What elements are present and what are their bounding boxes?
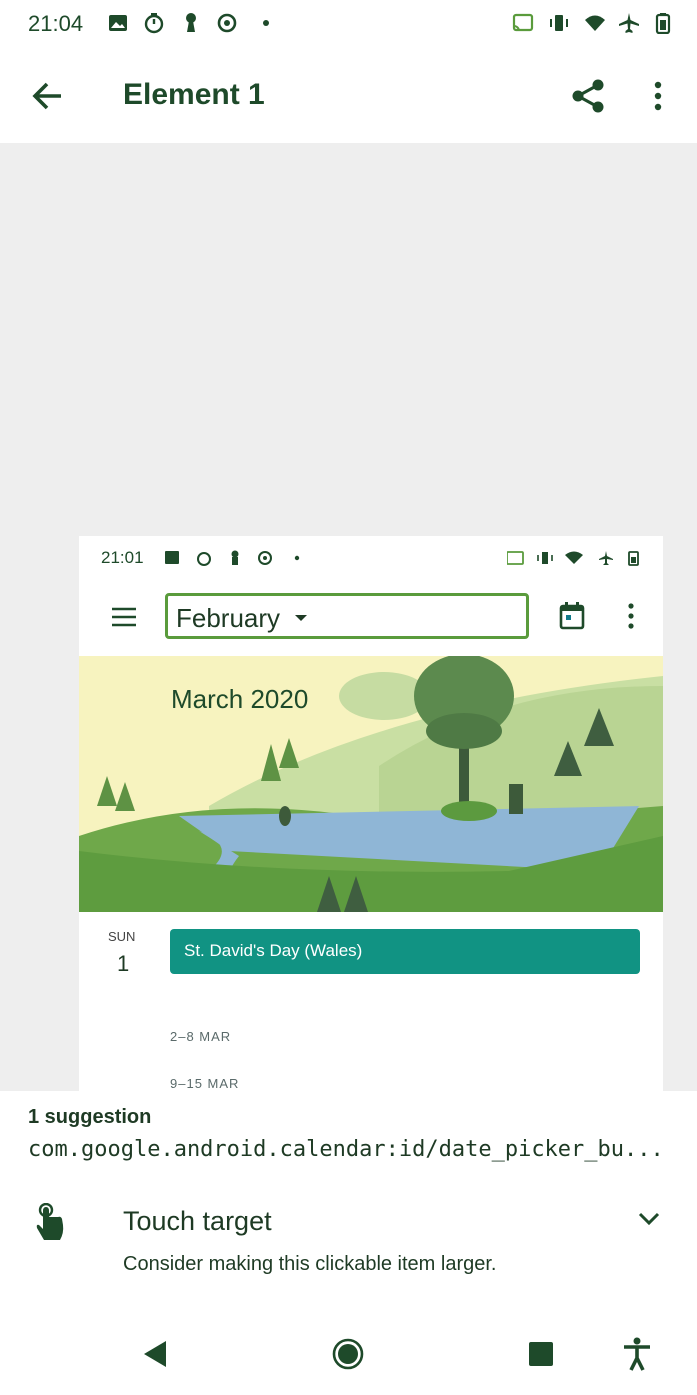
month-picker-label: February	[176, 603, 281, 633]
timer-icon	[144, 13, 164, 34]
back-triangle-icon[interactable]	[142, 1339, 168, 1369]
inner-status-time: 21:01	[101, 548, 144, 567]
week-range-label: 2–8 MAR	[170, 1029, 232, 1044]
vibrate-icon	[550, 15, 568, 31]
accessibility-icon[interactable]	[622, 1337, 652, 1371]
suggestion-title[interactable]: Touch target	[123, 1206, 272, 1237]
dropdown-arrow-icon	[295, 615, 307, 621]
day-number: 1	[117, 951, 130, 976]
status-bar: 21:04	[0, 0, 697, 50]
hamburger-menu-icon	[112, 607, 136, 627]
cast-icon	[512, 13, 534, 32]
suggestion-description: Consider making this clickable item larg…	[123, 1253, 497, 1275]
battery-icon	[655, 13, 671, 34]
back-arrow-icon[interactable]	[31, 80, 65, 112]
touch-hand-icon	[36, 1203, 64, 1240]
inner-more-vert-icon	[628, 603, 634, 629]
month-picker-highlight[interactable]: February	[165, 593, 529, 639]
chevron-down-icon[interactable]	[638, 1212, 660, 1226]
more-vert-icon[interactable]	[650, 80, 666, 112]
inner-status-icons-right	[507, 551, 639, 566]
recents-square-icon[interactable]	[528, 1341, 554, 1367]
week-range-label: 9–15 MAR	[170, 1076, 240, 1091]
airplane-icon	[619, 13, 639, 33]
inner-status-icons	[165, 550, 300, 566]
wifi-icon	[585, 15, 605, 31]
element-resource-id: com.google.android.calendar:id/date_pick…	[28, 1137, 664, 1162]
dot-icon	[263, 20, 269, 26]
page-title: Element 1	[123, 78, 265, 111]
status-time: 21:04	[28, 11, 84, 36]
sync-icon	[217, 13, 237, 33]
screenshot-preview: 21:01 February March 2020 SUN 1 St. Davi…	[79, 536, 663, 1091]
event-chip: St. David's Day (Wales)	[170, 929, 640, 974]
day-of-week-label: SUN	[108, 929, 136, 944]
event-title: St. David's Day (Wales)	[184, 941, 363, 960]
share-icon[interactable]	[570, 78, 606, 114]
image-icon	[109, 15, 127, 31]
suggestion-count: 1 suggestion	[28, 1106, 152, 1128]
month-banner-illustration	[79, 656, 663, 912]
home-circle-icon[interactable]	[332, 1338, 364, 1370]
banner-month-title: March 2020	[171, 684, 309, 714]
keyhole-icon	[186, 13, 196, 32]
calendar-today-icon	[559, 602, 585, 630]
